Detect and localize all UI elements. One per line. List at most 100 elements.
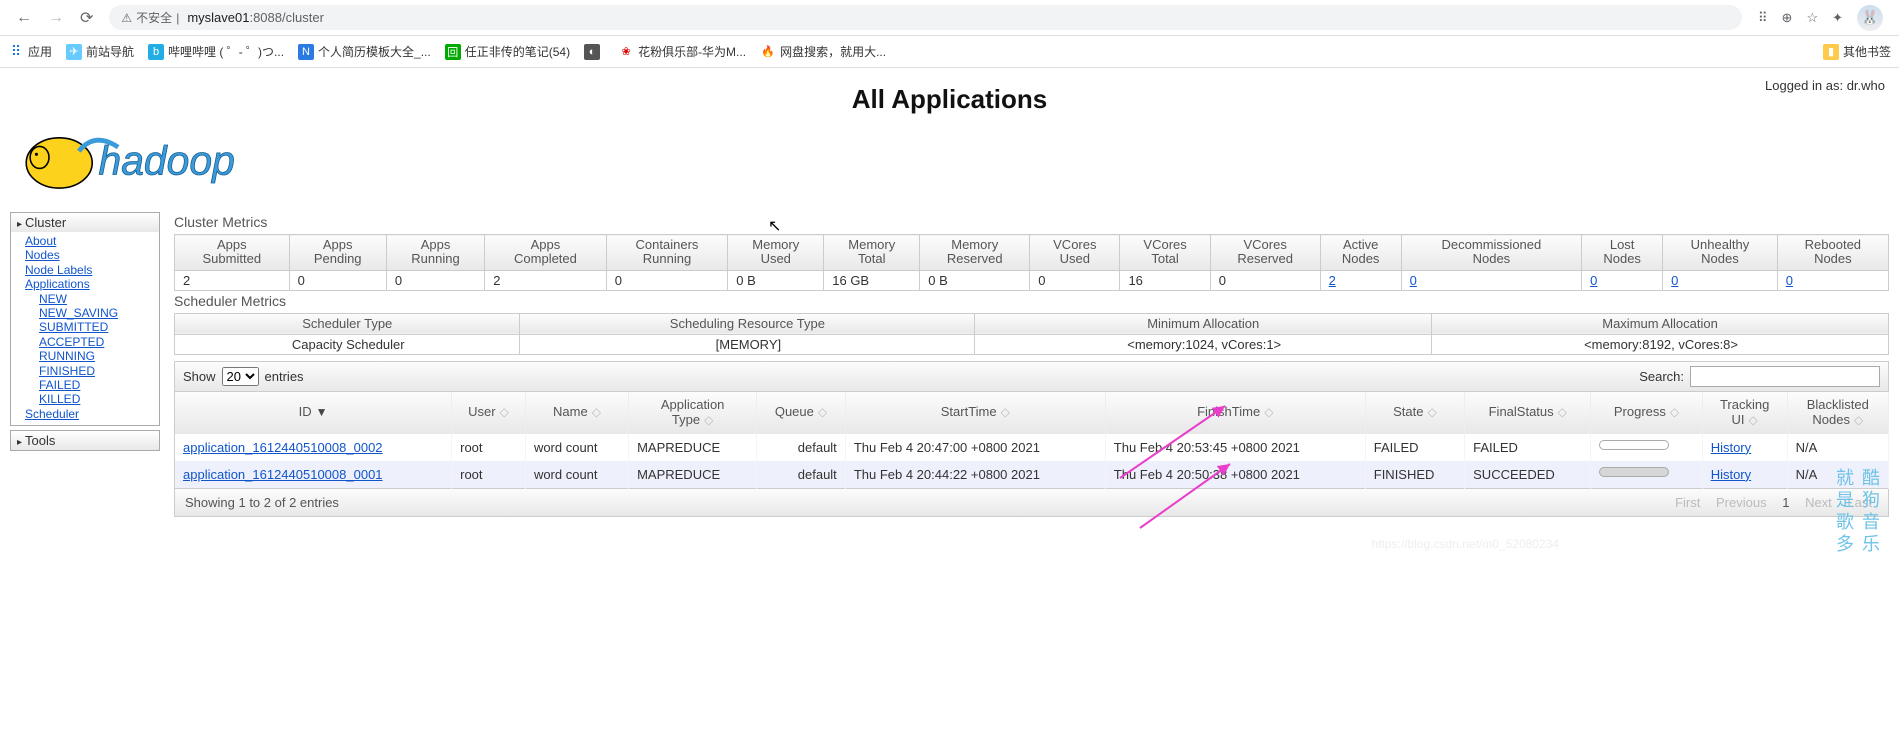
apps-header[interactable]: User◇ [452,392,526,434]
metrics-value: 0 B [728,270,824,290]
bookmark-item[interactable]: ◐ [584,44,604,60]
sidebar: Cluster About Nodes Node Labels Applicat… [10,212,160,517]
apps-header[interactable]: Progress◇ [1591,392,1702,434]
metrics-link[interactable]: 0 [1671,273,1678,288]
metrics-header: UnhealthyNodes [1663,235,1778,271]
table-cell: root [452,461,526,489]
metrics-header: ActiveNodes [1320,235,1401,271]
star-icon[interactable]: ☆ [1806,10,1818,26]
other-bookmarks[interactable]: ▮其他书签 [1823,43,1891,60]
entries-label: entries [265,369,304,384]
bookmark-item[interactable]: ❀花粉俱乐部-华为M... [618,43,746,60]
table-cell: default [757,434,846,461]
insecure-label: 不安全 [136,9,172,26]
app-id-link[interactable]: application_1612440510008_0001 [183,467,383,482]
search-input[interactable] [1690,366,1880,387]
sidebar-cluster-head[interactable]: Cluster [11,213,159,232]
metrics-link[interactable]: 0 [1410,273,1417,288]
apps-header[interactable]: ApplicationType◇ [629,392,757,434]
address-bar[interactable]: ⚠ 不安全 | myslave01:8088/cluster [109,5,1742,30]
metrics-header: DecommissionedNodes [1401,235,1582,271]
page: Logged in as: dr.who All Applications ha… [0,68,1899,557]
table-cell: N/A [1787,434,1888,461]
bookmark-item[interactable]: N个人简历模板大全_... [298,43,431,60]
sidebar-appstate[interactable]: FAILED [39,378,159,392]
sidebar-appstate[interactable]: ACCEPTED [39,335,159,349]
forward-icon[interactable]: → [40,9,72,27]
sidebar-applications[interactable]: Applications [25,277,159,291]
bookmark-icon: ❀ [618,44,634,60]
table-cell: FINISHED [1365,461,1464,489]
bookmarks-bar: ⠿ 应用 ✈前站导航 b哔哩哔哩 ( ゜- ゜)つ... N个人简历模板大全_.… [0,36,1899,68]
bookmark-icon: b [148,44,164,60]
extensions-icon[interactable]: ✦ [1832,10,1843,26]
sidebar-node-labels[interactable]: Node Labels [25,263,159,277]
search-label: Search: [1639,369,1684,384]
table-controls: Show 20 entries Search: [174,361,1889,392]
translate-icon[interactable]: ⠿ [1758,10,1768,26]
bookmark-item[interactable]: b哔哩哔哩 ( ゜- ゜)つ... [148,43,284,60]
logged-in-label: Logged in as: dr.who [1765,78,1885,93]
sidebar-nodes[interactable]: Nodes [25,248,159,262]
apps-header[interactable]: Name◇ [525,392,628,434]
bookmark-item[interactable]: 回任正非传的笔记(54) [445,43,570,60]
apps-header[interactable]: StartTime◇ [845,392,1105,434]
metrics-link[interactable]: 2 [1329,273,1336,288]
tracking-link[interactable]: History [1711,440,1751,455]
bookmark-item[interactable]: 🔥网盘搜索，就用大... [760,43,886,60]
table-cell: root [452,434,526,461]
apps-header[interactable]: Queue◇ [757,392,846,434]
apps-header[interactable]: State◇ [1365,392,1464,434]
metrics-link[interactable]: 0 [1786,273,1793,288]
apps-icon: ⠿ [8,44,24,60]
bookmark-item[interactable]: ✈前站导航 [66,43,134,60]
metrics-value: <memory:1024, vCores:1> [975,334,1432,354]
metrics-header: Scheduling Resource Type [520,313,975,334]
page-number[interactable]: 1 [1776,495,1795,510]
table-row: application_1612440510008_0002rootword c… [175,434,1889,461]
profile-avatar[interactable]: 🐰 [1857,5,1883,31]
metrics-header: Minimum Allocation [975,313,1432,334]
apps-header[interactable]: FinalStatus◇ [1465,392,1591,434]
page-size-select[interactable]: 20 [222,367,259,386]
metrics-header: AppsRunning [386,235,484,271]
sidebar-appstate[interactable]: KILLED [39,392,159,406]
zoom-icon[interactable]: ⊕ [1782,10,1793,26]
apps-header[interactable]: ID▼ [175,392,452,434]
sidebar-appstate[interactable]: NEW [39,292,159,306]
metrics-header: AppsCompleted [485,235,607,271]
metrics-header: Scheduler Type [175,313,520,334]
metrics-value: 0 B [920,270,1030,290]
apps-header[interactable]: BlacklistedNodes◇ [1787,392,1888,434]
apps-header[interactable]: TrackingUI◇ [1702,392,1787,434]
apps-header[interactable]: FinishTime◇ [1105,392,1365,434]
sidebar-appstate[interactable]: NEW_SAVING [39,306,159,320]
url-text: myslave01:8088/cluster [187,10,324,25]
sidebar-about[interactable]: About [25,234,159,248]
table-cell: History [1702,434,1787,461]
sidebar-appstate[interactable]: RUNNING [39,349,159,363]
sidebar-scheduler[interactable]: Scheduler [25,407,159,421]
metrics-header: VCoresTotal [1120,235,1210,271]
back-icon[interactable]: ← [8,9,40,27]
tracking-link[interactable]: History [1711,467,1751,482]
watermark: 酷狗音乐 就是歌多 [1831,468,1883,557]
sidebar-cluster-box: Cluster About Nodes Node Labels Applicat… [10,212,160,426]
sidebar-appstate[interactable]: FINISHED [39,364,159,378]
apps-shortcut[interactable]: ⠿ 应用 [8,43,52,60]
metrics-value: 2 [485,270,607,290]
page-first[interactable]: First [1669,495,1706,510]
table-cell: FAILED [1465,434,1591,461]
metrics-link[interactable]: 0 [1590,273,1597,288]
svg-text:hadoop: hadoop [99,138,235,184]
app-id-link[interactable]: application_1612440510008_0002 [183,440,383,455]
page-prev[interactable]: Previous [1710,495,1773,510]
metrics-value: 16 [1120,270,1210,290]
reload-icon[interactable]: ⟳ [72,8,101,28]
sidebar-appstate[interactable]: SUBMITTED [39,320,159,334]
table-cell: FAILED [1365,434,1464,461]
metrics-value: 0 [1582,270,1663,290]
table-info: Showing 1 to 2 of 2 entries [185,495,339,510]
sidebar-tools-head[interactable]: Tools [11,431,159,450]
table-cell: Thu Feb 4 20:53:45 +0800 2021 [1105,434,1365,461]
